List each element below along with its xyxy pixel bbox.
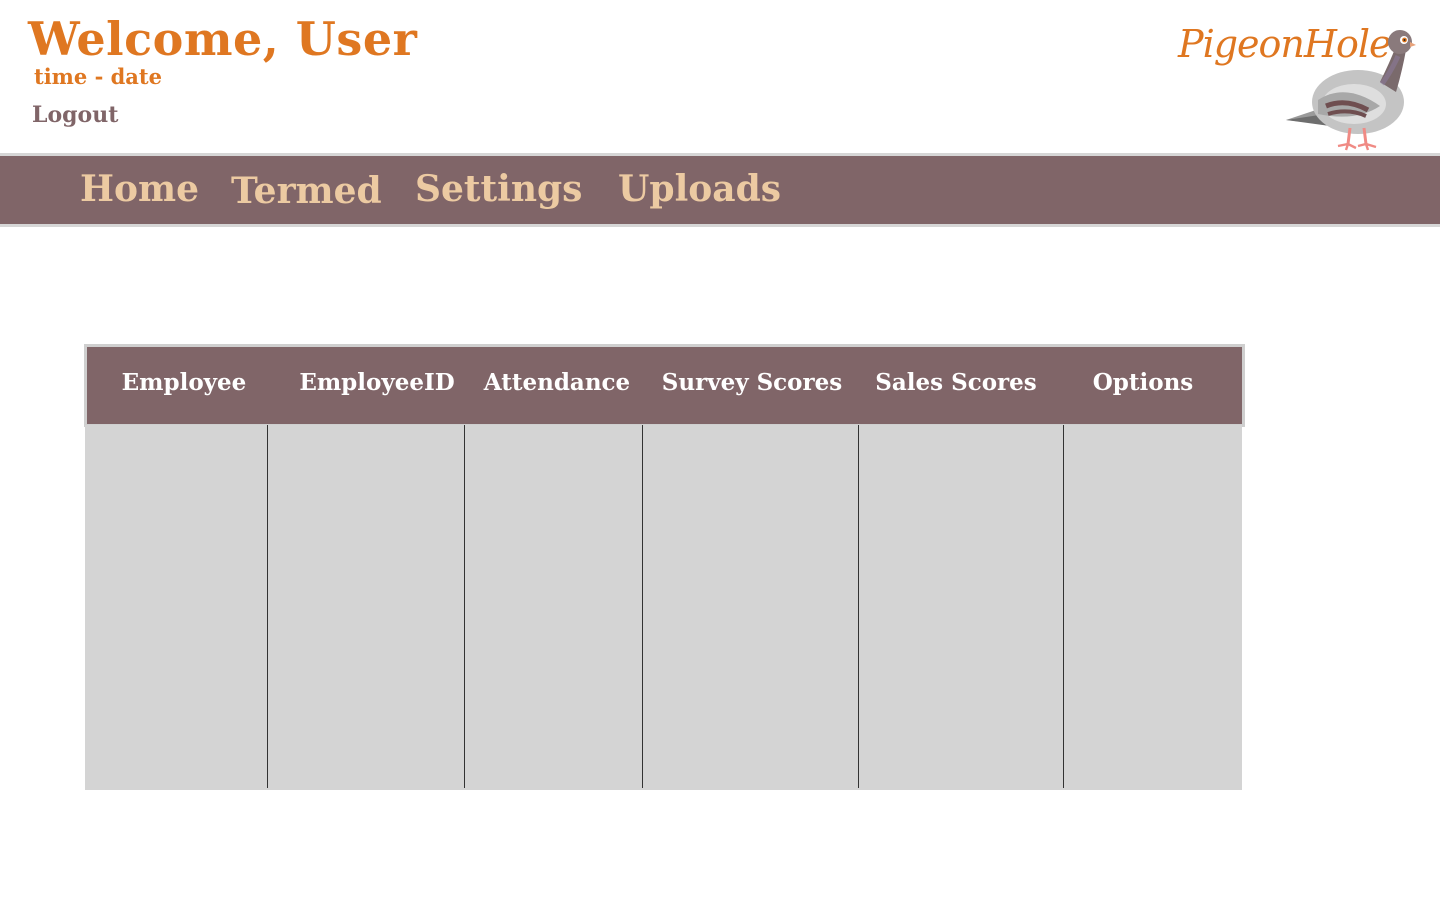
- table-body: [85, 425, 1242, 790]
- nav-termed[interactable]: Termed: [231, 170, 382, 212]
- column-header-survey-scores[interactable]: Survey Scores: [654, 369, 850, 396]
- time-date-label: time - date: [34, 64, 162, 89]
- pigeon-icon: [1286, 30, 1416, 151]
- brand-logo: PigeonHole: [1172, 16, 1422, 152]
- column-header-employee[interactable]: Employee: [87, 369, 281, 396]
- column-divider: [642, 425, 643, 788]
- table-header: Employee EmployeeID Attendance Survey Sc…: [84, 344, 1245, 427]
- employee-table: Employee EmployeeID Attendance Survey Sc…: [84, 344, 1245, 790]
- nav-uploads[interactable]: Uploads: [618, 168, 781, 210]
- column-header-options[interactable]: Options: [1063, 369, 1223, 396]
- column-divider: [1063, 425, 1064, 788]
- nav-home[interactable]: Home: [80, 168, 199, 210]
- column-header-sales-scores[interactable]: Sales Scores: [866, 369, 1046, 396]
- column-divider: [464, 425, 465, 788]
- nav-settings[interactable]: Settings: [415, 168, 582, 210]
- column-header-employee-id[interactable]: EmployeeID: [292, 369, 462, 396]
- column-header-attendance[interactable]: Attendance: [474, 369, 640, 396]
- main-nav: Home Termed Settings Uploads: [0, 153, 1440, 227]
- column-divider: [267, 425, 268, 788]
- logout-link[interactable]: Logout: [32, 102, 118, 128]
- welcome-heading: Welcome, User: [28, 12, 418, 66]
- header: Welcome, User time - date Logout PigeonH…: [0, 0, 1440, 153]
- column-divider: [858, 425, 859, 788]
